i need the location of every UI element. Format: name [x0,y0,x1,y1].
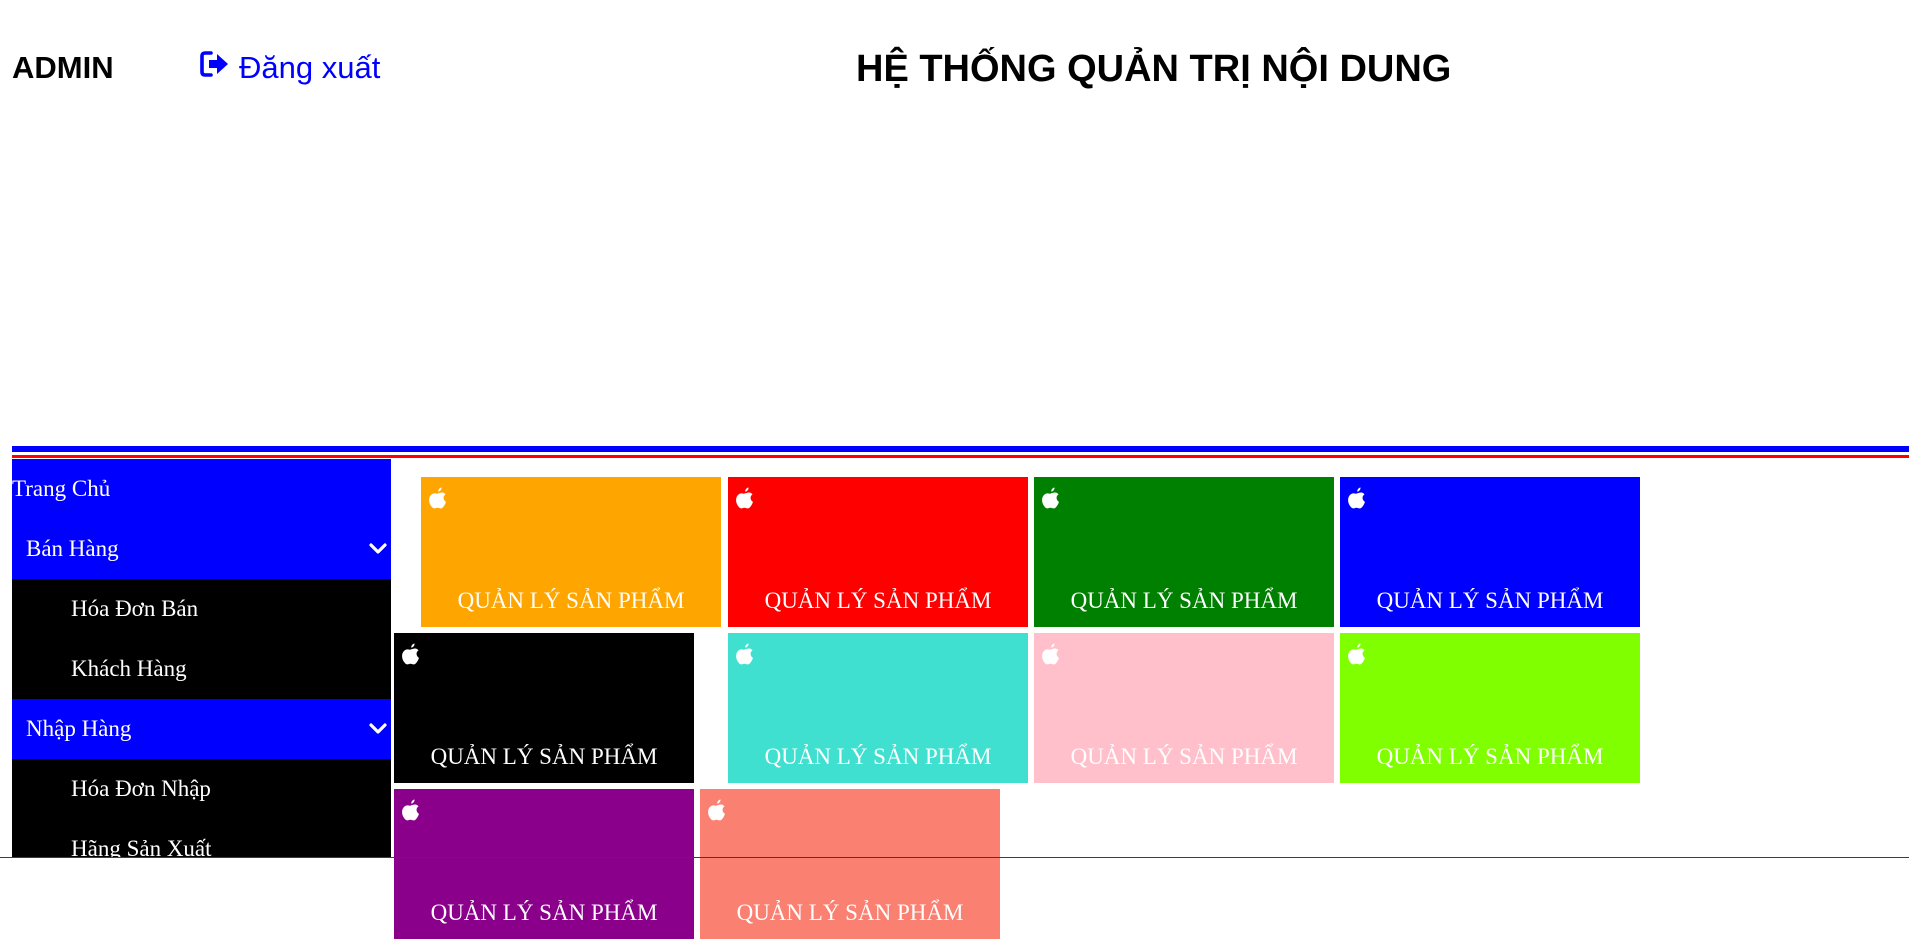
tile-label: QUẢN LÝ SẢN PHẨM [1376,588,1604,613]
apple-icon [402,643,419,665]
tile-quan-ly-san-pham[interactable]: QUẢN LÝ SẢN PHẨM [728,633,1028,783]
header: ADMIN Đăng xuất HỆ THỐNG QUẢN TRỊ NỘI DU… [0,0,1909,440]
chevron-down-icon [369,723,387,734]
tile-label: QUẢN LÝ SẢN PHẨM [430,744,658,769]
page-title: HỆ THỐNG QUẢN TRỊ NỘI DUNG [856,48,1452,90]
sidebar-group-ban-hang[interactable]: Bán Hàng [12,519,391,579]
apple-icon [708,799,725,821]
tile-label: QUẢN LÝ SẢN PHẨM [764,588,992,613]
tile-quan-ly-san-pham[interactable]: QUẢN LÝ SẢN PHẨM [394,789,694,939]
sidebar-item-label: Hóa Đơn Nhập [71,776,211,801]
sidebar-item-hang-san-xuat[interactable]: Hãng Sản Xuất [12,819,391,858]
dashboard-tiles: QUẢN LÝ SẢN PHẨM QUẢN LÝ SẢN PHẨM QUẢN L… [391,459,1909,939]
admin-label: ADMIN [12,50,114,85]
divider-red [12,455,1909,458]
sidebar-item-label: Hóa Đơn Bán [71,596,199,621]
divider-blue [12,446,1909,452]
sidebar: Trang Chủ Bán Hàng Hóa Đơn Bán Khách Hàn… [12,459,391,858]
sidebar-item-label: Trang Chủ [12,476,111,501]
chevron-down-icon [369,543,387,554]
tile-quan-ly-san-pham[interactable]: QUẢN LÝ SẢN PHẨM [728,477,1028,627]
apple-icon [736,643,753,665]
tile-quan-ly-san-pham[interactable]: QUẢN LÝ SẢN PHẨM [1034,633,1334,783]
tile-label: QUẢN LÝ SẢN PHẨM [430,900,658,925]
logout-link[interactable]: Đăng xuất [200,50,380,86]
apple-icon [1348,643,1365,665]
apple-icon [429,487,446,509]
sidebar-item-khach-hang[interactable]: Khách Hàng [12,639,391,699]
sidebar-group-nhap-hang[interactable]: Nhập Hàng [12,699,391,759]
sidebar-item-hoa-don-ban[interactable]: Hóa Đơn Bán [12,579,391,639]
logout-label: Đăng xuất [239,50,381,85]
tile-label: QUẢN LÝ SẢN PHẨM [1070,744,1298,769]
tile-label: QUẢN LÝ SẢN PHẨM [736,900,964,925]
sidebar-item-label: Nhập Hàng [26,716,132,741]
tile-label: QUẢN LÝ SẢN PHẨM [1376,744,1604,769]
tile-label: QUẢN LÝ SẢN PHẨM [764,744,992,769]
tile-label: QUẢN LÝ SẢN PHẨM [457,588,685,613]
sidebar-item-label: Hãng Sản Xuất [71,836,212,858]
tile-label: QUẢN LÝ SẢN PHẨM [1070,588,1298,613]
tile-quan-ly-san-pham[interactable]: QUẢN LÝ SẢN PHẨM [1340,633,1640,783]
tile-quan-ly-san-pham[interactable]: QUẢN LÝ SẢN PHẨM [1034,477,1334,627]
sidebar-item-trang-chu[interactable]: Trang Chủ [12,459,391,519]
tile-quan-ly-san-pham[interactable]: QUẢN LÝ SẢN PHẨM [700,789,1000,939]
sidebar-item-hoa-don-nhap[interactable]: Hóa Đơn Nhập [12,759,391,819]
apple-icon [1042,487,1059,509]
sign-out-icon [200,50,230,86]
apple-icon [1348,487,1365,509]
tile-quan-ly-san-pham[interactable]: QUẢN LÝ SẢN PHẨM [394,633,694,783]
apple-icon [402,799,419,821]
apple-icon [1042,643,1059,665]
apple-icon [736,487,753,509]
tile-quan-ly-san-pham[interactable]: QUẢN LÝ SẢN PHẨM [1340,477,1640,627]
tile-quan-ly-san-pham[interactable]: QUẢN LÝ SẢN PHẨM [421,477,721,627]
sidebar-item-label: Khách Hàng [71,656,187,681]
sidebar-item-label: Bán Hàng [26,536,119,561]
